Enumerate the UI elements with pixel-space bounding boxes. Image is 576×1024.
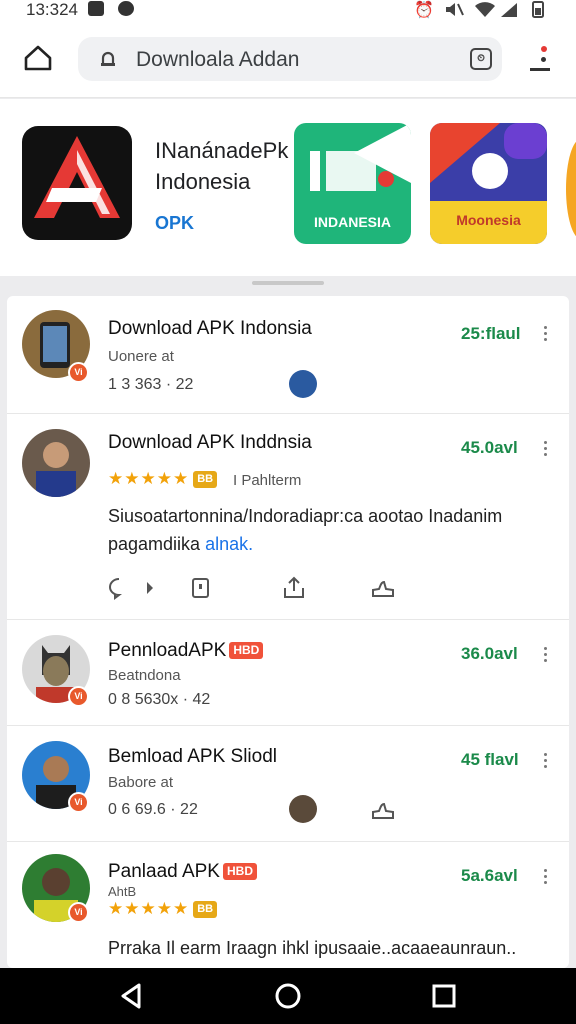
system-nav-bar: [0, 968, 576, 1024]
item-menu-icon[interactable]: [543, 869, 549, 885]
item-size: 45 flavl: [461, 750, 519, 769]
list-item[interactable]: Vi Download APK Indonsia Uonere at 1 3 3…: [7, 296, 569, 414]
notification-icon: [88, 1, 104, 16]
expand-icon[interactable]: [139, 576, 163, 600]
item-title[interactable]: Bemload APK Sliodl: [108, 746, 277, 768]
item-meta: 0 8 5630x · 42: [108, 691, 211, 708]
home-icon[interactable]: [22, 42, 54, 74]
item-subtitle: Uonere at: [108, 348, 174, 365]
status-bar: 13:324 ⏰: [0, 0, 576, 22]
featured-tile-indanesia[interactable]: INDANESIA: [294, 123, 411, 244]
item-description: Prraka Il earm Iraagn ihkl ipusaaie..aca…: [108, 938, 517, 958]
item-title[interactable]: Download APK Inddnsia: [108, 432, 312, 454]
signal-icon: [501, 3, 517, 17]
item-size: 5a.6avl: [461, 866, 518, 885]
star-rating: ★★★★★ BB: [108, 469, 218, 489]
tile-label: Moonesia: [456, 212, 521, 228]
item-menu-icon[interactable]: [543, 441, 549, 457]
app-notification-icon: [118, 1, 134, 16]
item-subtitle: Beatndona: [108, 667, 181, 684]
item-title[interactable]: Panlaad APK HBD: [108, 861, 257, 883]
item-subtitle: Babore at: [108, 774, 174, 791]
rating-label: I Pahlterm: [233, 472, 302, 489]
featured-tile-partial[interactable]: [566, 139, 576, 239]
verified-badge: Vi: [68, 362, 89, 383]
list-item[interactable]: Vi Panlaad APK HBD AhtB ★★★★★ BB Prraka Il…: [7, 842, 569, 968]
item-size: 45.0avl: [461, 438, 518, 457]
wifi-icon: [475, 2, 495, 17]
status-time: 13:324: [26, 0, 78, 19]
mini-thumbnail[interactable]: [289, 795, 317, 823]
item-size: 36.0avl: [461, 644, 518, 663]
mini-thumbnail[interactable]: [289, 370, 317, 398]
hd-badge: HBD: [222, 863, 257, 880]
featured-strip: INanánadePk Indonesia OPK INDANESIA Moon…: [0, 99, 576, 276]
item-meta: 0 6 69.6 · 22: [108, 801, 198, 818]
back-icon[interactable]: [117, 981, 147, 1011]
rating-badge: BB: [193, 901, 218, 918]
item-title[interactable]: PennloadAPK HBD: [108, 640, 264, 662]
share-icon[interactable]: [282, 576, 306, 600]
address-bar[interactable]: Downloala Addan ⏲: [78, 37, 502, 81]
description-link[interactable]: alnak.: [205, 534, 253, 554]
list-item[interactable]: Vi Bemload APK Sliodl Babore at 0 6 69.6…: [7, 726, 569, 842]
like-icon[interactable]: [371, 798, 395, 822]
featured-badge: OPK: [155, 213, 195, 233]
item-size: 25:flaul: [461, 324, 521, 343]
hd-badge: HBD: [229, 642, 264, 659]
item-menu-icon[interactable]: [543, 647, 549, 663]
item-meta: 1 3 363 · 22: [108, 376, 194, 393]
alarm-icon: ⏰: [414, 2, 434, 19]
avatar: [22, 429, 90, 497]
featured-tile-moonesia[interactable]: Moonesia: [430, 123, 547, 244]
mute-icon: [446, 3, 464, 16]
list-item[interactable]: Vi PennloadAPK HBD Beatndona 0 8 5630x · …: [7, 620, 569, 726]
item-title[interactable]: Download APK Indonsia: [108, 318, 312, 340]
like-icon[interactable]: [371, 576, 395, 600]
comment-icon[interactable]: [107, 576, 131, 600]
verified-badge: Vi: [68, 792, 89, 813]
url-text[interactable]: Downloala Addan: [136, 48, 299, 72]
results-list: Vi Download APK Indonsia Uonere at 1 3 3…: [7, 296, 569, 968]
item-menu-icon[interactable]: [543, 753, 549, 769]
apk-app-logo[interactable]: [22, 126, 132, 240]
verified-badge: Vi: [68, 902, 89, 923]
bookmark-icon[interactable]: [189, 576, 213, 600]
site-info-icon[interactable]: [98, 49, 118, 69]
featured-app-title[interactable]: INanánadePk Indonesia: [155, 135, 295, 197]
tile-label: INDANESIA: [313, 214, 391, 230]
verified-badge: Vi: [68, 686, 89, 707]
item-menu-icon[interactable]: [543, 326, 549, 342]
home-nav-icon[interactable]: [273, 981, 303, 1011]
rating-badge: BB: [193, 471, 218, 488]
item-subtitle: AhtB: [108, 884, 137, 899]
recents-icon[interactable]: [429, 981, 459, 1011]
list-item[interactable]: Download APK Inddnsia ★★★★★ BB I Pahlterm…: [7, 414, 569, 620]
star-rating: ★★★★★ BB: [108, 899, 218, 919]
tab-switcher-icon[interactable]: ⏲: [470, 48, 492, 70]
more-menu-icon[interactable]: [528, 42, 554, 76]
browser-toolbar: Downloala Addan ⏲: [0, 22, 576, 98]
battery-icon: [532, 1, 544, 18]
item-description: Siusoatartonnina/Indoradiapr:ca aootao I…: [108, 506, 503, 554]
drag-handle[interactable]: [252, 281, 324, 285]
